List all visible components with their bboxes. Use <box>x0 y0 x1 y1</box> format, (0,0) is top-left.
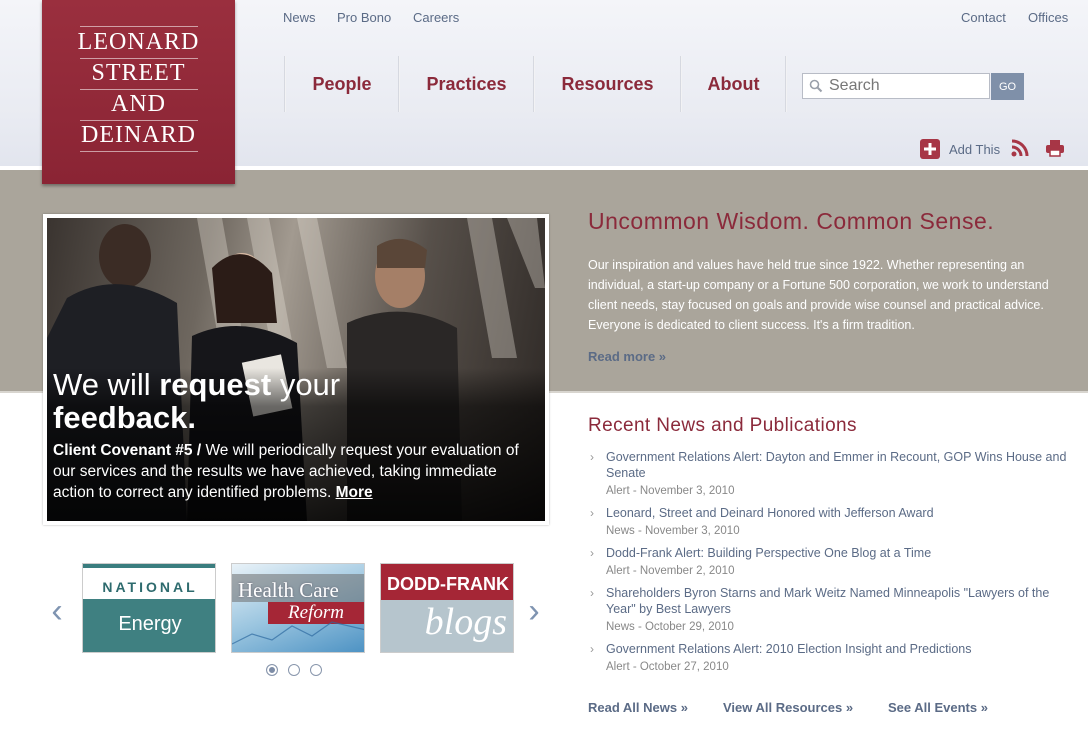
search-box <box>802 73 990 99</box>
headline-bold: request <box>159 367 272 402</box>
print-icon[interactable] <box>1045 138 1065 158</box>
carousel-prev-arrow[interactable]: ‹ <box>47 594 67 628</box>
tile-dodd-top: DODD-FRANK <box>381 564 513 600</box>
logo-rule <box>80 151 198 152</box>
chart-line-graphic <box>232 621 364 645</box>
list-item: › Leonard, Street and Deinard Honored wi… <box>590 505 1070 542</box>
logo-word: DEINARD <box>81 122 196 148</box>
chevron-right-icon: › <box>590 450 594 464</box>
tile-dodd-bottom: blogs <box>424 601 507 643</box>
news-headline-link[interactable]: Government Relations Alert: Dayton and E… <box>606 449 1070 481</box>
carousel-tile-health-care[interactable]: Health Care Reform <box>231 563 365 653</box>
main-nav: People Practices Resources About <box>284 56 787 112</box>
carousel-dot-3[interactable] <box>310 664 322 676</box>
intro-text: Our inspiration and values have held tru… <box>588 258 1049 332</box>
utility-link-contact[interactable]: Contact <box>961 10 1006 25</box>
chevron-right-icon: › <box>590 642 594 656</box>
site-logo[interactable]: LEONARD STREET AND DEINARD <box>42 0 235 184</box>
headline-part: We will <box>53 367 160 402</box>
carousel-dots <box>266 664 322 676</box>
news-section-title: Recent News and Publications <box>588 415 857 436</box>
news-meta: Alert - November 2, 2010 <box>606 565 735 577</box>
utility-link-news[interactable]: News <box>283 10 316 25</box>
search-go-button[interactable]: GO <box>991 73 1024 100</box>
add-this-label[interactable]: Add This <box>949 142 1000 157</box>
news-headline-link[interactable]: Shareholders Byron Starns and Mark Weitz… <box>606 585 1070 617</box>
nav-separator <box>785 56 787 112</box>
feature-more-link[interactable]: More <box>336 484 373 501</box>
headline-line2: feedback. <box>53 400 197 435</box>
news-headline-link[interactable]: Leonard, Street and Deinard Honored with… <box>606 505 1070 521</box>
news-meta: Alert - October 27, 2010 <box>606 661 729 673</box>
list-item: › Government Relations Alert: 2010 Elect… <box>590 641 1070 678</box>
news-headline-link[interactable]: Government Relations Alert: 2010 Electio… <box>606 641 1070 657</box>
search-input[interactable] <box>829 75 985 97</box>
tile-energy-bottom: Energy Practice <box>83 599 215 652</box>
carousel-dot-2[interactable] <box>288 664 300 676</box>
tile-energy-top: NATIONAL <box>83 564 215 599</box>
read-all-news-link[interactable]: Read All News » <box>588 700 688 715</box>
covenant-label: Client Covenant #5 / <box>53 442 202 459</box>
news-meta: Alert - November 3, 2010 <box>606 485 735 497</box>
utility-link-pro-bono[interactable]: Pro Bono <box>337 10 391 25</box>
share-tools: Add This <box>920 138 1000 160</box>
list-item: › Government Relations Alert: Dayton and… <box>590 449 1070 502</box>
news-meta: News - October 29, 2010 <box>606 621 734 633</box>
see-all-events-link[interactable]: See All Events » <box>888 700 988 715</box>
carousel-tile-dodd-frank[interactable]: DODD-FRANK blogs <box>380 563 514 653</box>
utility-link-careers[interactable]: Careers <box>413 10 459 25</box>
logo-word: STREET <box>91 60 186 86</box>
view-all-resources-link[interactable]: View All Resources » <box>723 700 853 715</box>
carousel-dot-1[interactable] <box>266 664 278 676</box>
carousel-next-arrow[interactable]: › <box>524 594 544 628</box>
nav-item-resources[interactable]: Resources <box>535 56 680 112</box>
carousel-tile-energy[interactable]: NATIONAL Energy Practice <box>82 563 216 653</box>
chevron-right-icon: › <box>590 506 594 520</box>
logo-word: LEONARD <box>77 29 200 55</box>
feature-slide[interactable]: We will request your feedback. Client Co… <box>43 214 549 525</box>
news-headline-link[interactable]: Dodd-Frank Alert: Building Perspective O… <box>606 545 1070 561</box>
add-this-icon[interactable] <box>920 139 940 159</box>
news-meta: News - November 3, 2010 <box>606 525 740 537</box>
headline-part: your <box>271 367 341 402</box>
page-tagline: Uncommon Wisdom. Common Sense. <box>588 208 995 234</box>
feature-headline: We will request your feedback. <box>53 368 340 434</box>
search-icon <box>803 74 829 98</box>
list-item: › Dodd-Frank Alert: Building Perspective… <box>590 545 1070 582</box>
read-more-link[interactable]: Read more » <box>588 349 666 364</box>
nav-item-about[interactable]: About <box>682 56 785 112</box>
news-list: › Government Relations Alert: Dayton and… <box>590 449 1070 681</box>
chevron-right-icon: › <box>590 546 594 560</box>
logo-word: AND <box>111 91 166 117</box>
rss-icon[interactable] <box>1010 138 1030 158</box>
chevron-right-icon: › <box>590 586 594 600</box>
nav-item-people[interactable]: People <box>286 56 398 112</box>
nav-item-practices[interactable]: Practices <box>400 56 533 112</box>
list-item: › Shareholders Byron Starns and Mark Wei… <box>590 585 1070 638</box>
logo-rule <box>80 26 198 27</box>
utility-link-offices[interactable]: Offices <box>1028 10 1068 25</box>
feature-body: Client Covenant #5 / We will periodicall… <box>53 440 533 503</box>
